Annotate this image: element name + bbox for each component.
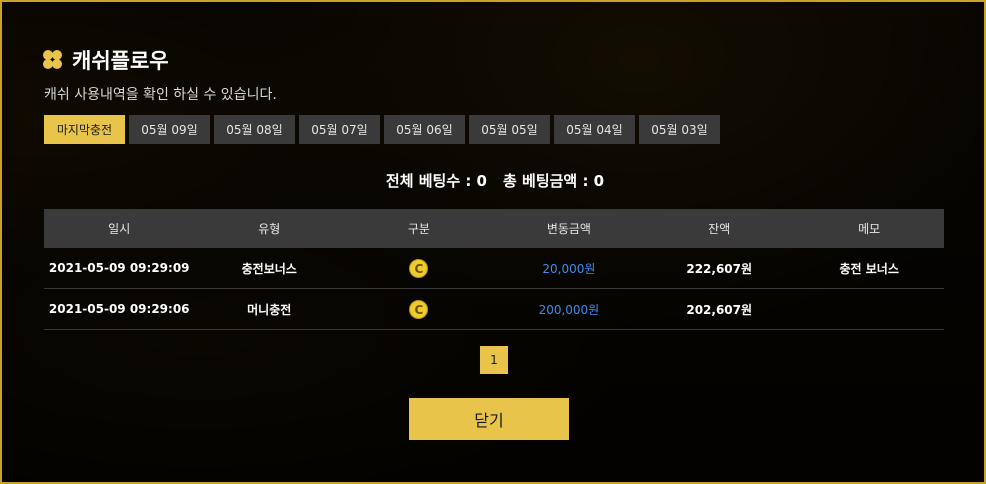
date-tabs: 마지막충전 05월 09일 05월 08일 05월 07일 05월 06일 05…: [44, 115, 720, 144]
cell-memo: 충전 보너스: [794, 248, 944, 289]
cell-change: 20,000원: [493, 248, 645, 289]
modal-subtitle: 캐쉬 사용내역을 확인 하실 수 있습니다.: [44, 87, 277, 103]
cell-balance: 202,607원: [644, 288, 795, 330]
tab-0506[interactable]: 05월 06일: [384, 115, 465, 144]
tab-0504[interactable]: 05월 04일: [554, 115, 635, 144]
tab-0507[interactable]: 05월 07일: [299, 115, 380, 144]
cashflow-table: 일시 유형 구분 변동금액 잔액 메모 2021-05-09 09:29:09 …: [44, 209, 944, 330]
coin-icon: C: [409, 258, 429, 278]
cell-datetime: 2021-05-09 09:29:09: [44, 248, 195, 289]
tab-0509[interactable]: 05월 09일: [129, 115, 210, 144]
cell-category: C: [344, 288, 494, 330]
tab-last-charge[interactable]: 마지막충전: [44, 115, 125, 144]
table-header-row: 일시 유형 구분 변동금액 잔액 메모: [44, 209, 944, 248]
page-button-1[interactable]: 1: [480, 346, 508, 374]
bet-count: 전체 베팅수 : 0: [385, 172, 487, 190]
modal-title: 캐쉬플로우: [72, 49, 169, 73]
close-button[interactable]: 닫기: [409, 398, 569, 440]
cell-change: 200,000원: [493, 288, 645, 330]
betting-summary: 전체 베팅수 : 0 총 베팅금액 : 0: [2, 170, 986, 191]
col-datetime: 일시: [108, 222, 131, 236]
modal-header: 캐쉬플로우: [42, 46, 169, 74]
cell-balance: 222,607원: [644, 248, 795, 289]
cell-type: 머니충전: [194, 288, 345, 330]
table-row: 2021-05-09 09:29:09 충전보너스 C 20,000원 222,…: [44, 248, 944, 289]
col-change: 변동금액: [546, 222, 591, 236]
tab-0503[interactable]: 05월 03일: [639, 115, 720, 144]
cell-memo: [794, 288, 944, 330]
col-category: 구분: [407, 222, 430, 236]
cashflow-modal: 캐쉬플로우 캐쉬 사용내역을 확인 하실 수 있습니다. 마지막충전 05월 0…: [0, 0, 986, 484]
coin-icon: C: [409, 299, 429, 319]
col-type: 유형: [258, 222, 281, 236]
bet-amount: 총 베팅금액 : 0: [503, 172, 605, 190]
tab-0505[interactable]: 05월 05일: [469, 115, 550, 144]
cell-datetime: 2021-05-09 09:29:06: [44, 288, 195, 330]
cell-type: 충전보너스: [194, 248, 345, 289]
table-row: 2021-05-09 09:29:06 머니충전 C 200,000원 202,…: [44, 288, 944, 330]
col-memo: 메모: [858, 222, 881, 236]
col-balance: 잔액: [708, 222, 731, 236]
cell-category: C: [344, 248, 494, 289]
clover-icon: [42, 49, 64, 71]
tab-0508[interactable]: 05월 08일: [214, 115, 295, 144]
